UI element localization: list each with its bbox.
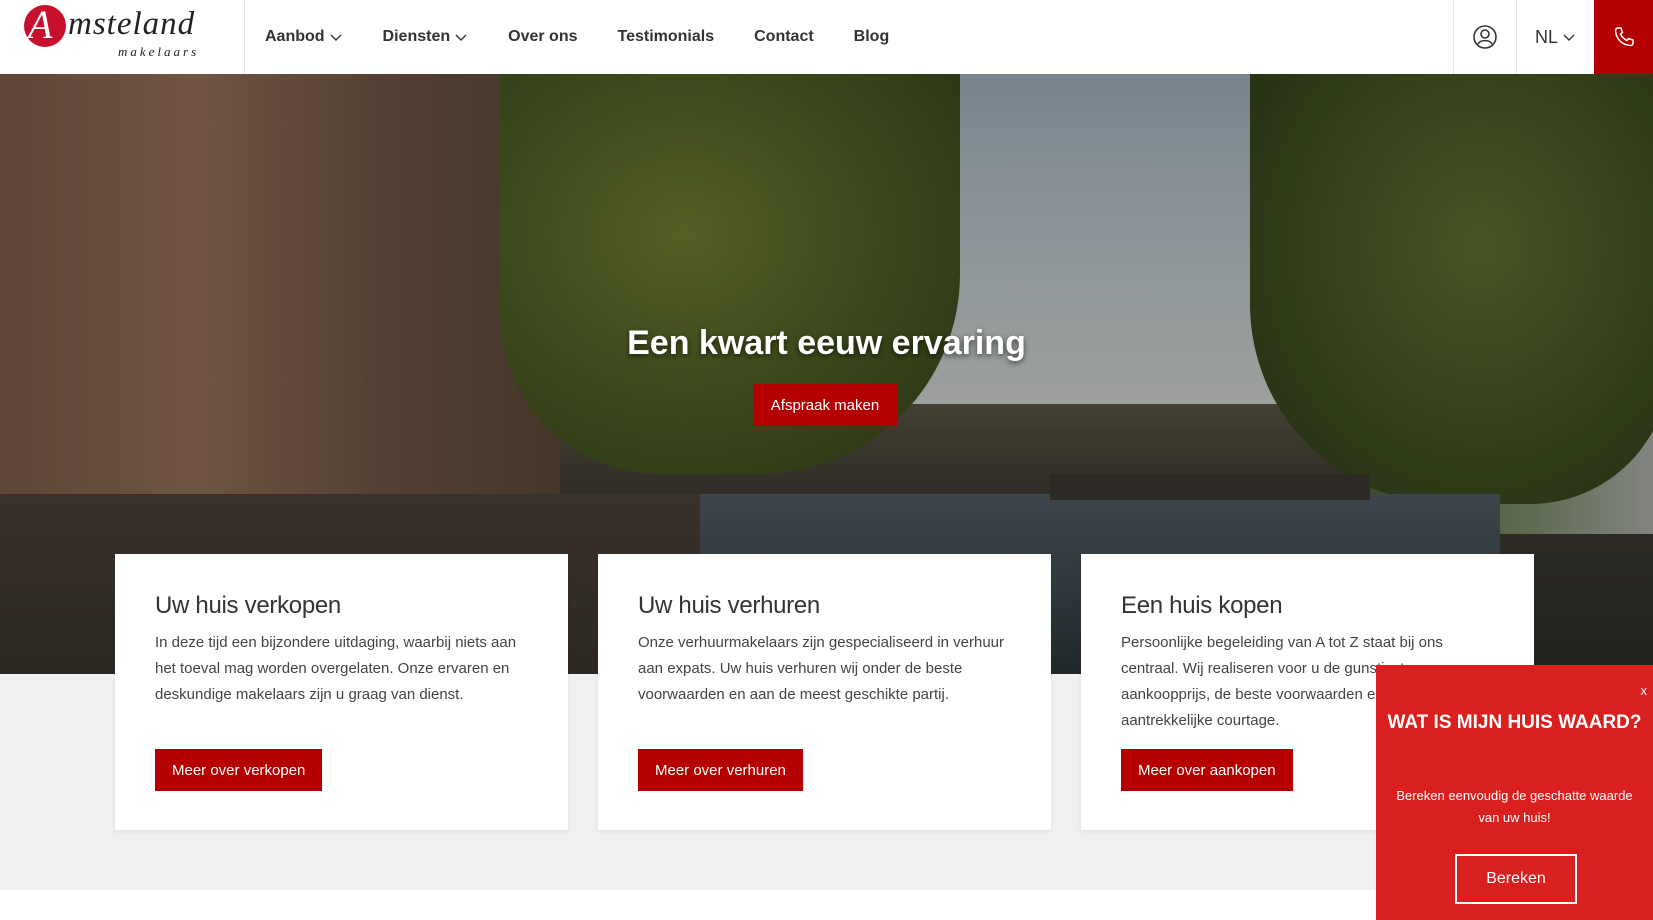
calculate-button[interactable]: Bereken	[1455, 854, 1577, 904]
chevron-down-icon	[1563, 34, 1575, 41]
header-actions: NL	[1453, 0, 1653, 74]
card-text: In deze tijd een bijzondere uitdaging, w…	[155, 634, 517, 703]
nav-item-testimonials[interactable]: Testimonials	[617, 28, 714, 46]
card-title: Uw huis verhuren	[638, 592, 820, 619]
logo-wordmark: msteland	[68, 6, 196, 42]
chevron-down-icon	[455, 34, 467, 41]
appointment-button[interactable]: Afspraak maken	[753, 384, 897, 426]
chevron-down-icon	[330, 34, 342, 41]
popup-title: WAT IS MIJN HUIS WAARD?	[1387, 712, 1642, 733]
user-circle-icon	[1473, 25, 1497, 49]
valuation-popup: x WAT IS MIJN HUIS WAARD? Bereken eenvou…	[1376, 665, 1653, 920]
more-about-buying-button[interactable]: Meer over aankopen	[1121, 749, 1293, 791]
nav-item-contact[interactable]: Contact	[754, 28, 814, 46]
account-button[interactable]	[1453, 0, 1516, 74]
logo-subtitle: makelaars	[118, 44, 200, 59]
nav-item-blog[interactable]: Blog	[854, 28, 890, 46]
card-title: Een huis kopen	[1121, 592, 1283, 619]
service-card-sell: Uw huis verkopen In deze tijd een bijzon…	[115, 554, 568, 830]
service-card-rent: Uw huis verhuren Onze verhuurmakelaars z…	[598, 554, 1051, 830]
more-about-renting-button[interactable]: Meer over verhuren	[638, 749, 803, 791]
card-text: Onze verhuurmakelaars zijn gespecialisee…	[638, 634, 1005, 703]
nav-item-aanbod[interactable]: Aanbod	[265, 28, 343, 46]
phone-icon	[1614, 27, 1634, 47]
close-icon[interactable]: x	[1641, 683, 1648, 698]
site-header: A msteland makelaars Aanbod Diensten Ove…	[0, 0, 1653, 74]
logo[interactable]: A msteland makelaars	[0, 0, 245, 74]
logo-mark: A	[24, 2, 66, 47]
card-title: Uw huis verkopen	[155, 592, 341, 619]
nav-item-diensten[interactable]: Diensten	[383, 28, 469, 46]
language-selector[interactable]: NL	[1516, 0, 1594, 74]
popup-text: Bereken eenvoudig de geschatte waarde va…	[1396, 788, 1633, 825]
phone-button[interactable]	[1594, 0, 1653, 74]
more-about-selling-button[interactable]: Meer over verkopen	[155, 749, 323, 791]
hero-title: Een kwart eeuw ervaring	[627, 324, 1026, 362]
main-nav: Aanbod Diensten Over ons Testimonials Co…	[245, 0, 929, 74]
nav-item-over-ons[interactable]: Over ons	[508, 28, 577, 46]
